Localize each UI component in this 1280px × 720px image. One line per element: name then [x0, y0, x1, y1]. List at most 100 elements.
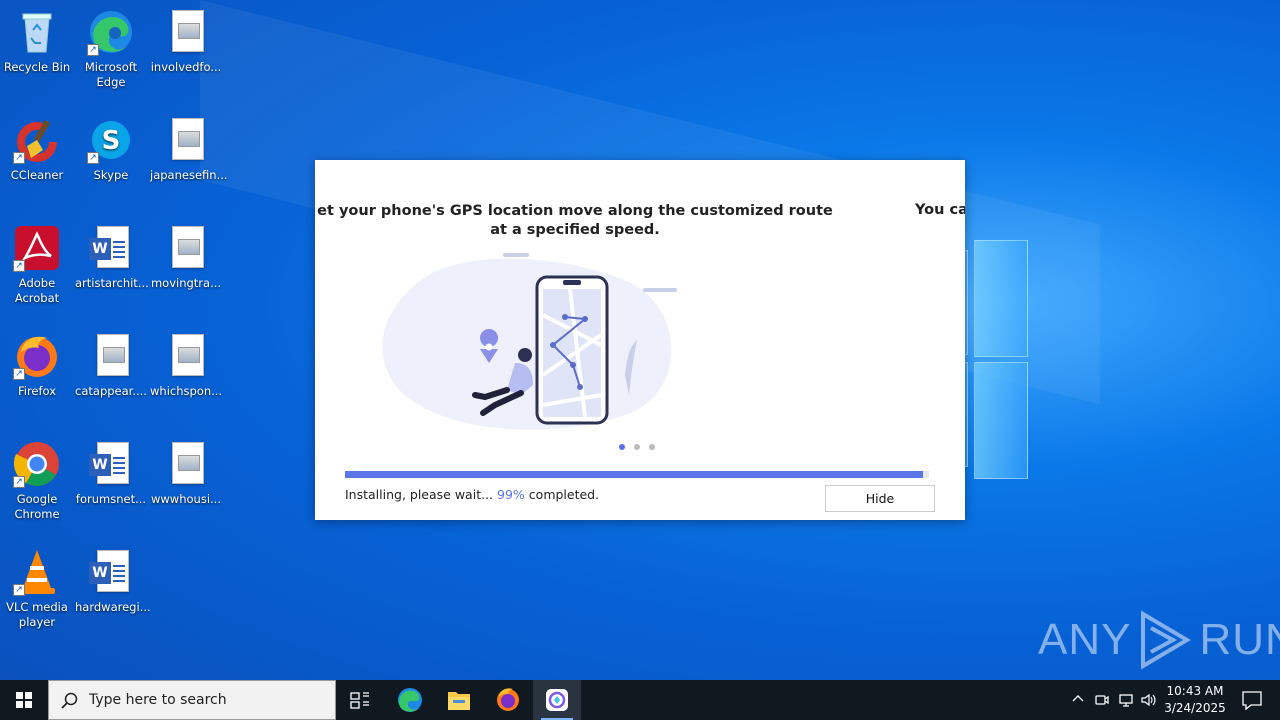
svg-text:S: S	[102, 126, 121, 156]
icon-label: Adobe Acrobat	[14, 276, 60, 305]
icon-label: hardwaregi...	[75, 600, 151, 614]
icon-label: Google Chrome	[14, 492, 60, 521]
icon-label: movingtra...	[150, 276, 222, 290]
network-icon[interactable]	[1118, 692, 1134, 708]
taskbar-edge[interactable]	[386, 680, 434, 720]
slide-caption: et your phone's GPS location move along …	[317, 203, 833, 238]
search-placeholder: Type here to search	[89, 692, 227, 708]
shortcut-arrow-icon: ↗	[87, 44, 99, 56]
edge-icon: ↗	[87, 8, 135, 56]
status-percent: 99%	[497, 487, 525, 502]
desktop-icon-whichspon[interactable]: whichspon...	[150, 332, 222, 399]
desktop-icon-recycle-bin[interactable]: Recycle Bin	[1, 8, 73, 75]
shortcut-arrow-icon: ↗	[13, 152, 25, 164]
icon-label: involvedfo...	[150, 60, 222, 74]
volume-icon[interactable]	[1140, 692, 1156, 708]
recycle-bin-icon	[13, 8, 61, 56]
ccleaner-icon: ↗	[13, 116, 61, 164]
image-file-icon	[162, 332, 210, 380]
taskbar: Type here to search 10:43 AM 3/24/2025	[0, 680, 1280, 720]
image-file-icon	[162, 440, 210, 488]
desktop-icon-vlc[interactable]: ↗ VLC media player	[1, 548, 73, 630]
desktop-icon-japanesefin[interactable]: japanesefin...	[150, 116, 228, 183]
acrobat-icon: ↗	[13, 224, 61, 272]
icon-label: japanesefin...	[150, 168, 228, 182]
status-prefix: Installing, please wait...	[345, 487, 494, 502]
watermark-text-any: ANY	[1038, 615, 1132, 664]
image-file-icon	[162, 224, 210, 272]
watermark-text-run: RUN	[1199, 615, 1280, 664]
start-button[interactable]	[0, 680, 48, 720]
icon-label: Microsoft Edge	[84, 60, 138, 89]
gps-route-illustration	[382, 253, 677, 430]
word-document-icon: W	[87, 548, 135, 596]
desktop-icon-skype[interactable]: S ↗ Skype	[75, 116, 147, 183]
shortcut-arrow-icon: ↗	[13, 368, 25, 380]
icon-label: Firefox	[17, 384, 57, 398]
slide-dot-3[interactable]	[649, 444, 655, 450]
word-document-icon: W	[87, 224, 135, 272]
slide-dot-2[interactable]	[634, 444, 640, 450]
icon-label: Recycle Bin	[3, 60, 71, 74]
clock-date: 3/24/2025	[1164, 701, 1226, 715]
status-suffix: completed.	[528, 487, 600, 502]
shortcut-arrow-icon: ↗	[87, 152, 99, 164]
chrome-icon: ↗	[13, 440, 61, 488]
next-slide-caption: You ca	[915, 202, 965, 218]
anyrun-watermark: ANY RUN	[1038, 610, 1280, 670]
search-icon	[61, 692, 78, 709]
taskbar-firefox[interactable]	[484, 680, 532, 720]
taskbar-installer-app[interactable]	[533, 680, 581, 720]
windows-start-icon	[16, 692, 32, 708]
install-progress-bar	[345, 471, 929, 478]
icon-label: wwwhousi...	[151, 492, 221, 506]
shortcut-arrow-icon: ↗	[13, 260, 25, 272]
icon-label: artistarchit...	[75, 276, 149, 290]
desktop-icon-google-chrome[interactable]: ↗ Google Chrome	[1, 440, 73, 522]
icon-label: catappear....	[75, 384, 147, 398]
desktop-icon-ccleaner[interactable]: ↗ CCleaner	[1, 116, 73, 183]
hide-button[interactable]: Hide	[825, 485, 935, 512]
skype-icon: S ↗	[87, 116, 135, 164]
slide-indicator	[619, 444, 655, 450]
task-view-button[interactable]	[336, 680, 384, 720]
desktop-icon-movingtra[interactable]: movingtra...	[150, 224, 222, 291]
icon-label: CCleaner	[10, 168, 64, 182]
installer-dialog: et your phone's GPS location move along …	[315, 160, 965, 520]
taskbar-file-explorer[interactable]	[435, 680, 483, 720]
shortcut-arrow-icon: ↗	[13, 584, 25, 596]
install-progress-fill	[345, 471, 924, 478]
taskbar-clock[interactable]: 10:43 AM 3/24/2025	[1158, 683, 1232, 717]
shortcut-arrow-icon: ↗	[13, 476, 25, 488]
firefox-icon	[497, 688, 519, 711]
notification-icon	[1242, 691, 1262, 711]
desktop-icon-hardwaregi[interactable]: W hardwaregi...	[75, 548, 151, 615]
desktop-icon-firefox[interactable]: ↗ Firefox	[1, 332, 73, 399]
desktop-icon-involvedfo[interactable]: involvedfo...	[150, 8, 222, 75]
desktop-icon-microsoft-edge[interactable]: ↗ Microsoft Edge	[75, 8, 147, 90]
image-file-icon	[162, 116, 210, 164]
desktop-icon-adobe-acrobat[interactable]: ↗ Adobe Acrobat	[1, 224, 73, 306]
clock-time: 10:43 AM	[1166, 684, 1224, 698]
desktop-icon-catappear[interactable]: catappear....	[75, 332, 147, 399]
desktop-icon-forumsnet[interactable]: W forumsnet...	[75, 440, 147, 507]
system-tray	[1066, 680, 1158, 720]
meet-now-icon[interactable]	[1094, 692, 1110, 708]
word-document-icon: W	[87, 440, 135, 488]
desktop-icon-artistarchit[interactable]: W artistarchit...	[75, 224, 149, 291]
icon-label: VLC media player	[6, 600, 68, 629]
icon-label: Skype	[93, 168, 129, 182]
action-center-button[interactable]	[1232, 680, 1272, 720]
icon-label: forumsnet...	[75, 492, 147, 506]
install-status: Installing, please wait... 99% completed…	[345, 487, 599, 502]
slide-dot-1[interactable]	[619, 444, 625, 450]
installer-app-icon	[546, 689, 568, 711]
file-explorer-icon	[448, 692, 470, 710]
desktop-icon-wwwhousi[interactable]: wwwhousi...	[150, 440, 222, 507]
edge-icon	[398, 688, 422, 712]
taskbar-search-box[interactable]: Type here to search	[48, 680, 336, 720]
task-view-icon	[350, 692, 369, 709]
play-logo-icon	[1141, 610, 1192, 670]
chevron-up-icon[interactable]	[1072, 693, 1084, 705]
firefox-icon: ↗	[13, 332, 61, 380]
